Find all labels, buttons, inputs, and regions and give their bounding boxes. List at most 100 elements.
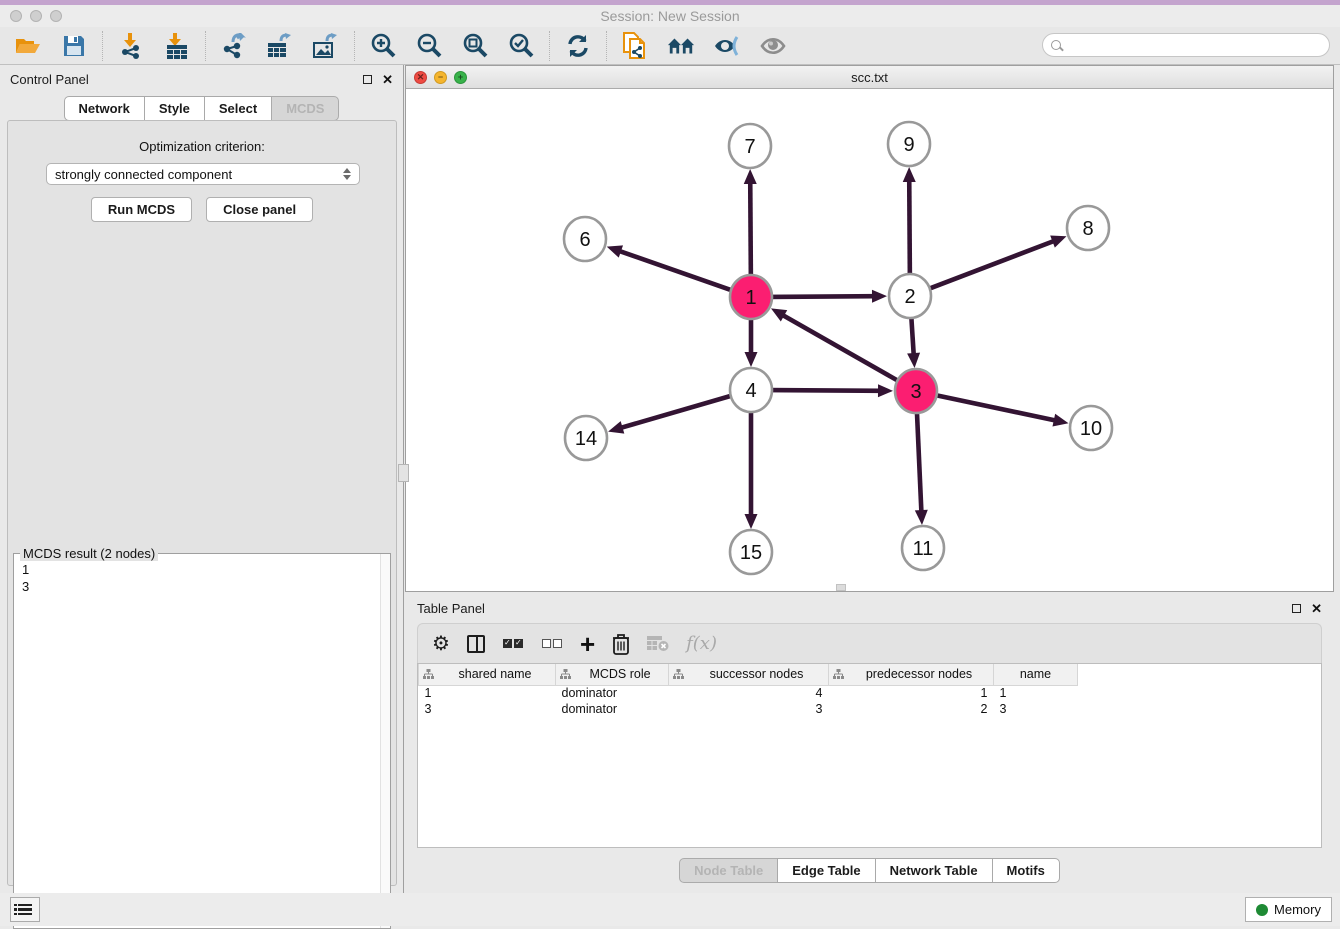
zoom-fit-button[interactable] <box>461 32 489 60</box>
cell-shared-name[interactable]: 1 <box>419 685 556 701</box>
tab-edge-table[interactable]: Edge Table <box>777 858 875 883</box>
export-table-button[interactable] <box>266 32 294 60</box>
function-builder-button[interactable]: f(x) <box>686 631 717 657</box>
delete-table-button[interactable] <box>647 631 669 657</box>
delete-column-button[interactable] <box>612 631 630 657</box>
zoom-out-button[interactable] <box>415 32 443 60</box>
float-table-panel-icon[interactable] <box>1292 604 1301 613</box>
table-row[interactable]: 3dominator323 <box>419 701 1078 717</box>
fx-icon: f(x) <box>686 633 717 654</box>
cell-MCDS-role[interactable]: dominator <box>556 685 669 701</box>
close-panel-icon[interactable]: ✕ <box>382 73 393 86</box>
graph-node-10[interactable]: 10 <box>1070 406 1112 450</box>
cell-name[interactable]: 1 <box>994 685 1078 701</box>
tab-network[interactable]: Network <box>64 96 145 121</box>
memory-label: Memory <box>1274 902 1321 917</box>
graph-node-11[interactable]: 11 <box>902 526 944 570</box>
graph-node-8[interactable]: 8 <box>1067 206 1109 250</box>
graph-node-4[interactable]: 4 <box>730 368 772 412</box>
column-header-successor-nodes[interactable]: successor nodes <box>669 664 829 685</box>
import-table-button[interactable] <box>163 32 191 60</box>
svg-text:15: 15 <box>740 542 762 564</box>
edge-3-11[interactable] <box>917 408 922 513</box>
memory-button[interactable]: Memory <box>1245 897 1332 922</box>
column-selector-button[interactable] <box>467 631 485 657</box>
cell-successor-nodes[interactable]: 4 <box>669 685 829 701</box>
network-window-titlebar[interactable]: ✕ − + scc.txt <box>406 66 1333 89</box>
float-panel-icon[interactable] <box>363 75 372 84</box>
zoom-in-button[interactable] <box>369 32 397 60</box>
edge-4-3[interactable] <box>768 390 881 391</box>
network-canvas[interactable]: 7 9 6 8 1 2 4 3 14 10 15 11 <box>406 89 1333 591</box>
edge-3-1[interactable] <box>781 314 901 382</box>
graph-node-2[interactable]: 2 <box>889 274 931 318</box>
hierarchy-icon <box>673 669 684 680</box>
panel-splitter-handle[interactable] <box>398 464 409 482</box>
cell-name[interactable]: 3 <box>994 701 1078 717</box>
edge-1-7[interactable] <box>750 181 751 280</box>
tab-motifs[interactable]: Motifs <box>992 858 1060 883</box>
apply-layout-button[interactable] <box>564 32 592 60</box>
close-panel-button[interactable]: Close panel <box>206 197 313 222</box>
tab-network-table[interactable]: Network Table <box>875 858 993 883</box>
node-table[interactable]: shared nameMCDS rolesuccessor nodesprede… <box>417 663 1322 848</box>
edge-4-14[interactable] <box>620 395 735 428</box>
first-neighbors-button[interactable] <box>667 32 695 60</box>
graph-node-7[interactable]: 7 <box>729 124 771 168</box>
column-header-shared-name[interactable]: shared name <box>419 664 556 685</box>
zoom-selected-button[interactable] <box>507 32 535 60</box>
tab-style[interactable]: Style <box>144 96 205 121</box>
dropdown-stepper-icon <box>343 168 351 180</box>
cell-predecessor-nodes[interactable]: 1 <box>829 685 994 701</box>
graph-node-6[interactable]: 6 <box>564 217 606 261</box>
svg-text:3: 3 <box>910 381 921 403</box>
graph-node-1[interactable]: 1 <box>730 275 772 319</box>
task-history-button[interactable] <box>10 897 40 922</box>
edge-3-10[interactable] <box>933 395 1057 421</box>
canvas-scroll-thumb[interactable] <box>836 584 846 591</box>
table-options-button[interactable]: ⚙ <box>432 631 450 657</box>
tab-mcds[interactable]: MCDS <box>271 96 339 121</box>
graph-node-9[interactable]: 9 <box>888 122 930 166</box>
column-header-name[interactable]: name <box>994 664 1078 685</box>
tab-select[interactable]: Select <box>204 96 272 121</box>
column-header-predecessor-nodes[interactable]: predecessor nodes <box>829 664 994 685</box>
cell-shared-name[interactable]: 3 <box>419 701 556 717</box>
import-network-button[interactable] <box>117 32 145 60</box>
open-session-button[interactable] <box>14 32 42 60</box>
plus-icon: + <box>580 634 595 654</box>
hide-selected-button[interactable] <box>713 32 741 60</box>
close-table-panel-icon[interactable]: ✕ <box>1311 602 1322 615</box>
export-image-button[interactable] <box>312 32 340 60</box>
mcds-result-list[interactable]: 1 3 <box>22 562 378 926</box>
search-field[interactable] <box>1042 33 1330 57</box>
edge-1-6[interactable] <box>618 251 735 292</box>
edge-2-9[interactable] <box>909 179 910 279</box>
graph-node-14[interactable]: 14 <box>565 416 607 460</box>
column-header-MCDS-role[interactable]: MCDS role <box>556 664 669 685</box>
edge-1-2[interactable] <box>768 296 875 297</box>
save-session-button[interactable] <box>60 32 88 60</box>
hierarchy-icon <box>560 669 571 680</box>
cell-MCDS-role[interactable]: dominator <box>556 701 669 717</box>
search-input[interactable] <box>1067 35 1329 55</box>
criterion-dropdown[interactable]: strongly connected component <box>46 163 360 185</box>
cell-predecessor-nodes[interactable]: 2 <box>829 701 994 717</box>
result-scrollbar[interactable] <box>380 554 390 928</box>
table-row[interactable]: 1dominator411 <box>419 685 1078 701</box>
export-network-button[interactable] <box>220 32 248 60</box>
new-network-button[interactable] <box>621 32 649 60</box>
select-all-button[interactable] <box>502 631 524 657</box>
network-graph[interactable]: 7 9 6 8 1 2 4 3 14 10 15 11 <box>406 89 1333 591</box>
run-mcds-button[interactable]: Run MCDS <box>91 197 192 222</box>
add-column-button[interactable]: + <box>580 631 595 657</box>
graph-node-3[interactable]: 3 <box>895 369 937 413</box>
columns-icon <box>467 635 485 653</box>
deselect-all-button[interactable] <box>541 631 563 657</box>
tab-node-table[interactable]: Node Table <box>679 858 778 883</box>
edge-2-8[interactable] <box>926 240 1055 289</box>
show-all-button[interactable] <box>759 32 787 60</box>
cell-successor-nodes[interactable]: 3 <box>669 701 829 717</box>
graph-node-15[interactable]: 15 <box>730 530 772 574</box>
edge-2-3[interactable] <box>911 313 914 356</box>
